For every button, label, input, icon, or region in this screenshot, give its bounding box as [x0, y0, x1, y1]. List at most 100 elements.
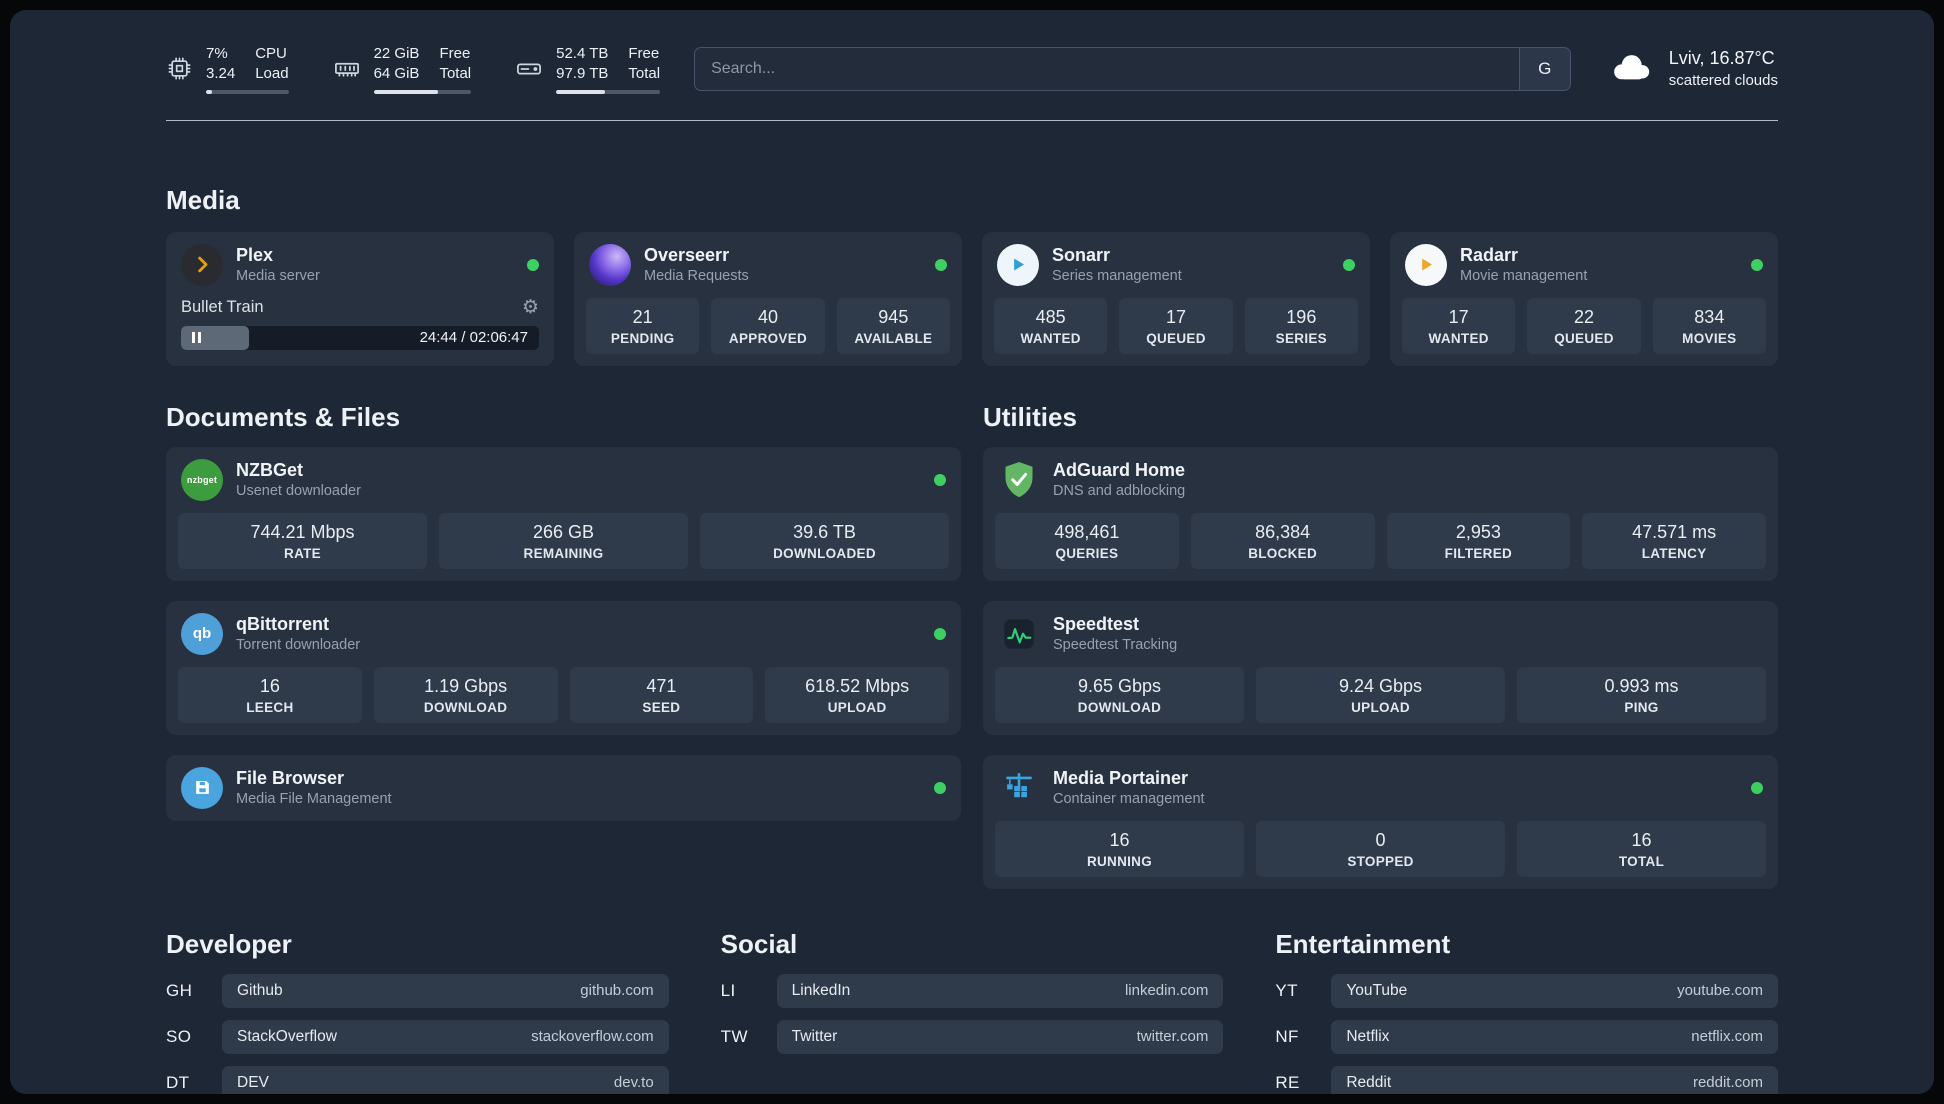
stat-value: 16 — [1631, 829, 1652, 850]
stat-tile: 9.24 Gbps UPLOAD — [1256, 666, 1505, 723]
bookmark-stackoverflow[interactable]: SO StackOverflow stackoverflow.com — [166, 1019, 669, 1054]
bookmark-github[interactable]: GH Github github.com — [166, 973, 669, 1008]
cloud-icon — [1605, 49, 1655, 88]
portainer-icon — [998, 767, 1040, 809]
app-name: Sonarr — [1052, 245, 1111, 265]
app-card-portainer[interactable]: Media Portainer Container management 16 … — [983, 754, 1778, 889]
cpu-label-bottom: Load — [255, 65, 289, 83]
stat-label: DOWNLOAD — [423, 699, 508, 715]
pause-icon[interactable] — [192, 332, 201, 343]
app-card-radarr[interactable]: Radarr Movie management 17 WANTED 22 QUE… — [1390, 231, 1778, 366]
disk-total-value: 97.9 TB — [556, 65, 609, 83]
section-title-documents: Documents & Files — [166, 401, 401, 432]
bookmark-name: Twitter — [791, 1027, 838, 1045]
stat-label: QUEUED — [1554, 330, 1614, 346]
stat-value: 1.19 Gbps — [424, 675, 508, 696]
stat-tile: 22 QUEUED — [1527, 297, 1641, 354]
stat-label: TOTAL — [1618, 853, 1665, 869]
stat-value: 9.24 Gbps — [1338, 675, 1423, 696]
dashboard-page: 7% 3.24 CPU Load 22 GiB 64 GiB Free Tota… — [10, 10, 1934, 1094]
bookmark-url: twitter.com — [1136, 1028, 1209, 1045]
stat-tile: 21 PENDING — [586, 297, 700, 354]
app-card-overseerr[interactable]: Overseerr Media Requests 21 PENDING 40 A… — [574, 231, 962, 366]
status-dot — [934, 473, 946, 486]
stat-value: 47.571 ms — [1632, 521, 1717, 542]
stat-label: STOPPED — [1347, 853, 1414, 869]
bookmark-name: DEV — [237, 1073, 269, 1091]
radarr-icon — [1405, 243, 1447, 286]
stat-tile: 471 SEED — [569, 666, 754, 723]
app-subtitle: Series management — [1052, 268, 1182, 284]
cpu-readout: 7% 3.24 CPU Load — [206, 44, 289, 94]
stat-label: PENDING — [610, 330, 675, 346]
app-card-speedtest[interactable]: Speedtest Speedtest Tracking 9.65 Gbps D… — [983, 600, 1778, 735]
status-dot — [935, 258, 947, 271]
stat-label: FILTERED — [1444, 545, 1513, 561]
bookmark-youtube[interactable]: YT YouTube youtube.com — [1275, 973, 1778, 1008]
stat-tile: 16 TOTAL — [1517, 820, 1766, 877]
stat-label: WANTED — [1428, 330, 1489, 346]
stat-tile: 618.52 Mbps UPLOAD — [765, 666, 949, 723]
qbittorrent-icon: qb — [181, 612, 223, 655]
bookmark-name: Reddit — [1346, 1073, 1392, 1091]
bookmark-linkedin[interactable]: LI LinkedIn linkedin.com — [721, 973, 1224, 1008]
stat-tile: 47.571 ms LATENCY — [1582, 512, 1766, 569]
ram-usage-fill — [373, 89, 438, 94]
app-card-adguard[interactable]: AdGuard Home DNS and adblocking 498,461 … — [983, 446, 1778, 581]
stat-label: AVAILABLE — [854, 330, 933, 346]
ram-metric: 22 GiB 64 GiB Free Total — [333, 44, 472, 94]
stat-tile: 17 WANTED — [1402, 297, 1516, 354]
bookmark-twitter[interactable]: TW Twitter twitter.com — [721, 1019, 1224, 1054]
cpu-icon — [166, 55, 193, 82]
stat-label: REMAINING — [523, 545, 604, 561]
stat-label: QUERIES — [1055, 545, 1119, 561]
stat-label: DOWNLOAD — [1077, 699, 1162, 715]
bookmark-netflix[interactable]: NF Netflix netflix.com — [1275, 1019, 1778, 1054]
bookmark-name: LinkedIn — [791, 981, 851, 999]
app-card-qbittorrent[interactable]: qb qBittorrent Torrent downloader 16 LEE… — [166, 600, 961, 735]
app-card-plex[interactable]: Plex Media server Bullet Train ⚙ 24:44 /… — [166, 231, 554, 366]
bookmark-name: Github — [237, 981, 283, 999]
stat-tile: 17 QUEUED — [1119, 297, 1233, 354]
player-progress-bar[interactable]: 24:44 / 02:06:47 — [181, 325, 539, 350]
app-name: NZBGet — [236, 460, 303, 480]
cpu-label-top: CPU — [255, 45, 287, 62]
app-subtitle: Media server — [236, 268, 320, 284]
app-card-sonarr[interactable]: Sonarr Series management 485 WANTED 17 Q… — [982, 231, 1370, 366]
player-time: 24:44 / 02:06:47 — [419, 329, 528, 346]
filebrowser-icon — [181, 766, 223, 809]
ram-icon — [333, 55, 361, 83]
app-subtitle: Media File Management — [236, 791, 392, 807]
gear-icon[interactable]: ⚙ — [522, 298, 539, 317]
bookmark-url: dev.to — [613, 1074, 654, 1091]
bookmark-reddit[interactable]: RE Reddit reddit.com — [1275, 1065, 1778, 1094]
adguard-icon — [998, 459, 1040, 501]
cpu-metric: 7% 3.24 CPU Load — [166, 44, 289, 94]
bookmark-url: reddit.com — [1692, 1074, 1763, 1091]
bookmark-dev[interactable]: DT DEV dev.to — [166, 1065, 669, 1094]
stat-value: 17 — [1165, 306, 1186, 327]
stat-label: RATE — [284, 545, 321, 561]
cpu-percent: 7% — [206, 45, 228, 62]
app-name: AdGuard Home — [1053, 460, 1186, 480]
section-title-social: Social — [720, 928, 798, 959]
app-subtitle: Speedtest Tracking — [1053, 637, 1178, 653]
app-card-nzbget[interactable]: nzbget NZBGet Usenet downloader 744.21 M… — [166, 446, 961, 581]
stat-value: 618.52 Mbps — [805, 675, 910, 696]
app-card-filebrowser[interactable]: File Browser Media File Management — [166, 754, 961, 821]
stat-value: 0.993 ms — [1604, 675, 1679, 696]
section-title-entertainment: Entertainment — [1275, 928, 1451, 959]
stat-tile: 498,461 QUERIES — [995, 512, 1179, 569]
plex-icon — [181, 243, 223, 286]
bookmark-url: github.com — [580, 982, 654, 999]
speedtest-icon — [998, 613, 1040, 655]
stat-label: SEED — [642, 699, 681, 715]
app-name: Speedtest — [1053, 614, 1140, 634]
bookmark-abbr: SO — [166, 1026, 192, 1046]
search-engine-button[interactable]: G — [1518, 46, 1571, 91]
bookmark-abbr: RE — [1275, 1072, 1300, 1092]
media-card-grid: Plex Media server Bullet Train ⚙ 24:44 /… — [166, 231, 1778, 366]
search-input[interactable] — [694, 46, 1519, 91]
bookmark-name: StackOverflow — [237, 1027, 337, 1045]
stat-value: 485 — [1035, 306, 1066, 327]
